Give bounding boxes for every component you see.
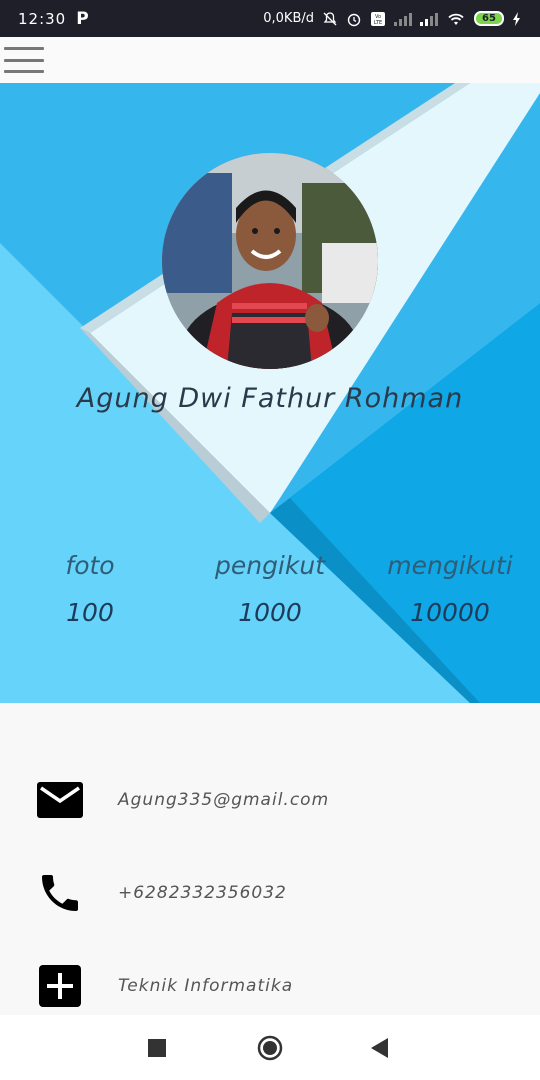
app-bar (0, 37, 540, 83)
status-left: 12:30 P (18, 9, 90, 29)
triangle-back-icon[interactable] (371, 1038, 389, 1058)
profile-avatar[interactable] (162, 153, 378, 369)
signal-icon-1 (394, 12, 412, 26)
wifi-icon (446, 11, 466, 27)
phone-icon (36, 869, 84, 917)
avatar-photo (162, 153, 378, 369)
stat-value: 100 (66, 598, 114, 627)
charging-icon (512, 11, 522, 27)
stat-label: mengikuti (387, 551, 513, 580)
stat-value: 1000 (238, 598, 302, 627)
stat-label: foto (65, 551, 115, 580)
square-icon[interactable] (148, 1039, 166, 1057)
contact-email[interactable]: Agung335@gmail.com (0, 770, 540, 830)
stat-mengikuti[interactable]: mengikuti 10000 (360, 551, 540, 627)
hamburger-icon[interactable] (4, 47, 44, 73)
mute-bell-icon (322, 11, 338, 27)
profile-name: Agung Dwi Fathur Rohman (76, 383, 464, 414)
stat-value: 10000 (410, 598, 490, 627)
stat-pengikut[interactable]: pengikut 1000 (180, 551, 360, 627)
profile-header: Agung Dwi Fathur Rohman foto 100 pengiku… (0, 83, 540, 703)
svg-text:LTE: LTE (374, 20, 382, 26)
system-nav-bar (0, 1015, 540, 1080)
mail-icon (36, 776, 84, 824)
status-bar: 12:30 P 0,0KB/d Vo LTE 65 (0, 0, 540, 37)
status-right: 0,0KB/d Vo LTE 65 (263, 11, 522, 27)
stats-row: foto 100 pengikut 1000 mengikuti 10000 (0, 551, 540, 641)
email-text: Agung335@gmail.com (118, 790, 330, 810)
app-notification-badge: P (76, 8, 90, 29)
add-box-icon (36, 962, 84, 1010)
stat-label: pengikut (214, 551, 326, 580)
contact-phone[interactable]: +6282332356032 (0, 863, 540, 923)
major-text: Teknik Informatika (118, 976, 294, 996)
stat-foto[interactable]: foto 100 (0, 551, 180, 627)
alarm-icon (346, 11, 362, 27)
contact-major[interactable]: Teknik Informatika (0, 956, 540, 1016)
phone-text: +6282332356032 (118, 883, 287, 903)
battery-icon: 65 (474, 11, 504, 26)
network-speed: 0,0KB/d (263, 11, 314, 26)
signal-icon-2 (420, 12, 438, 26)
status-time: 12:30 (18, 9, 67, 28)
volte-icon: Vo LTE (370, 11, 386, 27)
circle-icon[interactable] (257, 1035, 283, 1061)
